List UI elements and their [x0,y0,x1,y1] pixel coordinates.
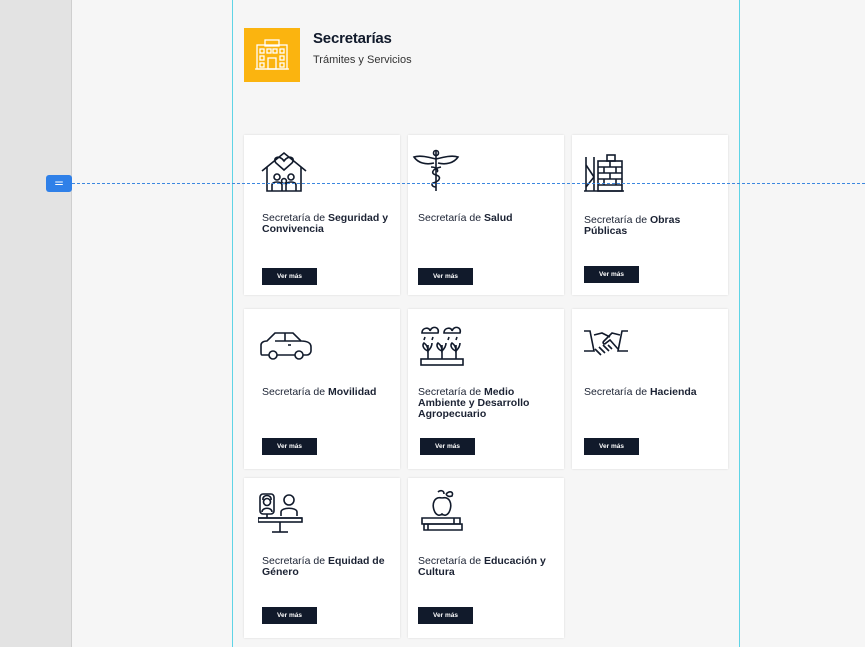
card-equidad-genero: Secretaría de Equidad de Género Ver más [244,478,400,638]
guide-handle-button[interactable]: = [46,175,72,192]
ver-mas-button[interactable]: Ver más [418,268,473,285]
card-obras-publicas: Secretaría de Obras Públicas Ver más [572,135,728,295]
card-title: Secretaría de Obras Públicas [584,214,681,237]
card-educacion: Secretaría de Educación y Cultura Ver má… [408,478,564,638]
apple-books-icon [420,488,468,534]
ver-mas-button[interactable]: Ver más [584,266,639,283]
card-title: Secretaría de Medio Ambiente y Desarroll… [418,386,530,420]
page-subtitle: Trámites y Servicios [313,54,412,66]
ver-mas-button[interactable]: Ver más [262,268,317,285]
editor-left-panel [0,0,72,647]
card-seguridad: Secretaría de Seguridad y Convivencia Ve… [244,135,400,295]
brick-wall-icon [582,147,630,193]
ver-mas-button[interactable]: Ver más [262,438,317,455]
house-family-icon [260,147,308,193]
ver-mas-button[interactable]: Ver más [584,438,639,455]
ver-mas-button[interactable]: Ver más [262,607,317,624]
gender-balance-icon [258,490,306,536]
card-medio-ambiente: Secretaría de Medio Ambiente y Desarroll… [408,309,564,469]
card-hacienda: Secretaría de Hacienda Ver más [572,309,728,469]
ver-mas-button[interactable]: Ver más [418,607,473,624]
card-title: Secretaría de Movilidad [262,386,377,398]
car-icon [258,325,312,371]
card-movilidad: Secretaría de Movilidad Ver más [244,309,400,469]
page-title: Secretarías [313,30,392,47]
card-title: Secretaría de Equidad de Género [262,555,385,578]
card-title: Secretaría de Seguridad y Convivencia [262,212,389,235]
horizontal-guide-line [72,183,865,184]
card-salud: Secretaría de Salud Ver más [408,135,564,295]
card-title: Secretaría de Salud [418,212,513,224]
card-title: Secretaría de Educación y Cultura [418,555,546,578]
caduceus-icon [412,147,460,193]
handshake-icon [582,325,630,371]
card-title: Secretaría de Hacienda [584,386,697,398]
building-icon [244,28,300,82]
ver-mas-button[interactable]: Ver más [420,438,475,455]
plants-icon [418,321,466,367]
